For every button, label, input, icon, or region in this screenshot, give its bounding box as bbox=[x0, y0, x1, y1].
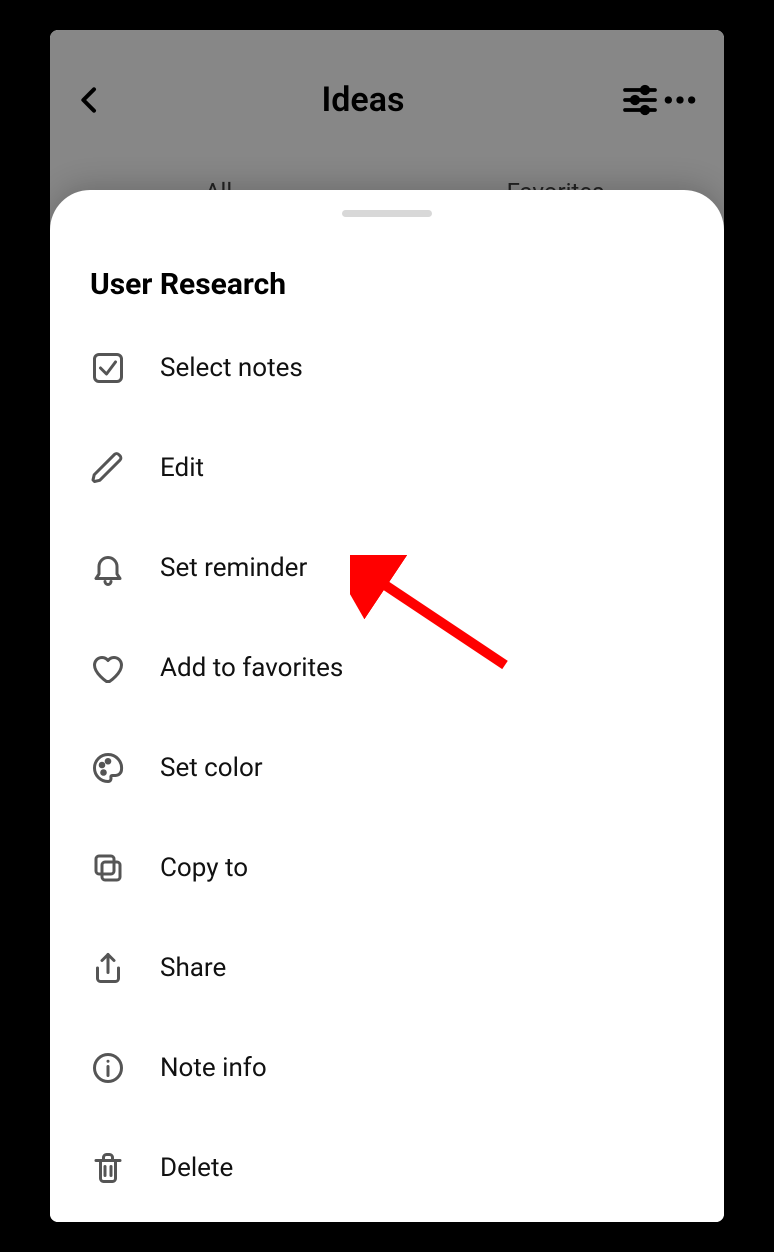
sheet-grabber[interactable] bbox=[342, 210, 432, 217]
info-icon bbox=[90, 1050, 126, 1086]
menu-delete[interactable]: Delete bbox=[90, 1118, 684, 1218]
menu-select-notes[interactable]: Select notes bbox=[90, 318, 684, 418]
action-sheet: User Research Select notes Edit Set remi… bbox=[50, 190, 724, 1222]
menu-note-info[interactable]: Note info bbox=[90, 1018, 684, 1118]
sheet-title: User Research bbox=[50, 267, 724, 318]
menu-label: Add to favorites bbox=[160, 653, 343, 683]
menu-label: Edit bbox=[160, 453, 204, 483]
menu-set-reminder[interactable]: Set reminder bbox=[90, 518, 684, 618]
copy-icon bbox=[90, 850, 126, 886]
menu-edit[interactable]: Edit bbox=[90, 418, 684, 518]
menu-label: Copy to bbox=[160, 853, 248, 883]
background-header: Ideas bbox=[50, 30, 724, 170]
pencil-icon bbox=[90, 450, 126, 486]
share-icon bbox=[90, 950, 126, 986]
menu-label: Set color bbox=[160, 753, 263, 783]
menu-label: Share bbox=[160, 953, 226, 983]
app-frame: Ideas All Favorites User Research Select… bbox=[50, 30, 724, 1222]
back-button[interactable] bbox=[74, 84, 106, 116]
menu-label: Select notes bbox=[160, 353, 303, 383]
more-button[interactable] bbox=[660, 80, 700, 120]
checkbox-icon bbox=[90, 350, 126, 386]
heart-icon bbox=[90, 650, 126, 686]
sheet-menu: Select notes Edit Set reminder Add to fa… bbox=[50, 318, 724, 1218]
trash-icon bbox=[90, 1150, 126, 1186]
menu-set-color[interactable]: Set color bbox=[90, 718, 684, 818]
menu-label: Set reminder bbox=[160, 553, 307, 583]
menu-copy-to[interactable]: Copy to bbox=[90, 818, 684, 918]
page-title: Ideas bbox=[106, 80, 620, 120]
menu-label: Delete bbox=[160, 1153, 233, 1183]
filter-button[interactable] bbox=[620, 80, 660, 120]
palette-icon bbox=[90, 750, 126, 786]
bell-icon bbox=[90, 550, 126, 586]
menu-label: Note info bbox=[160, 1053, 267, 1083]
menu-share[interactable]: Share bbox=[90, 918, 684, 1018]
menu-add-favorites[interactable]: Add to favorites bbox=[90, 618, 684, 718]
